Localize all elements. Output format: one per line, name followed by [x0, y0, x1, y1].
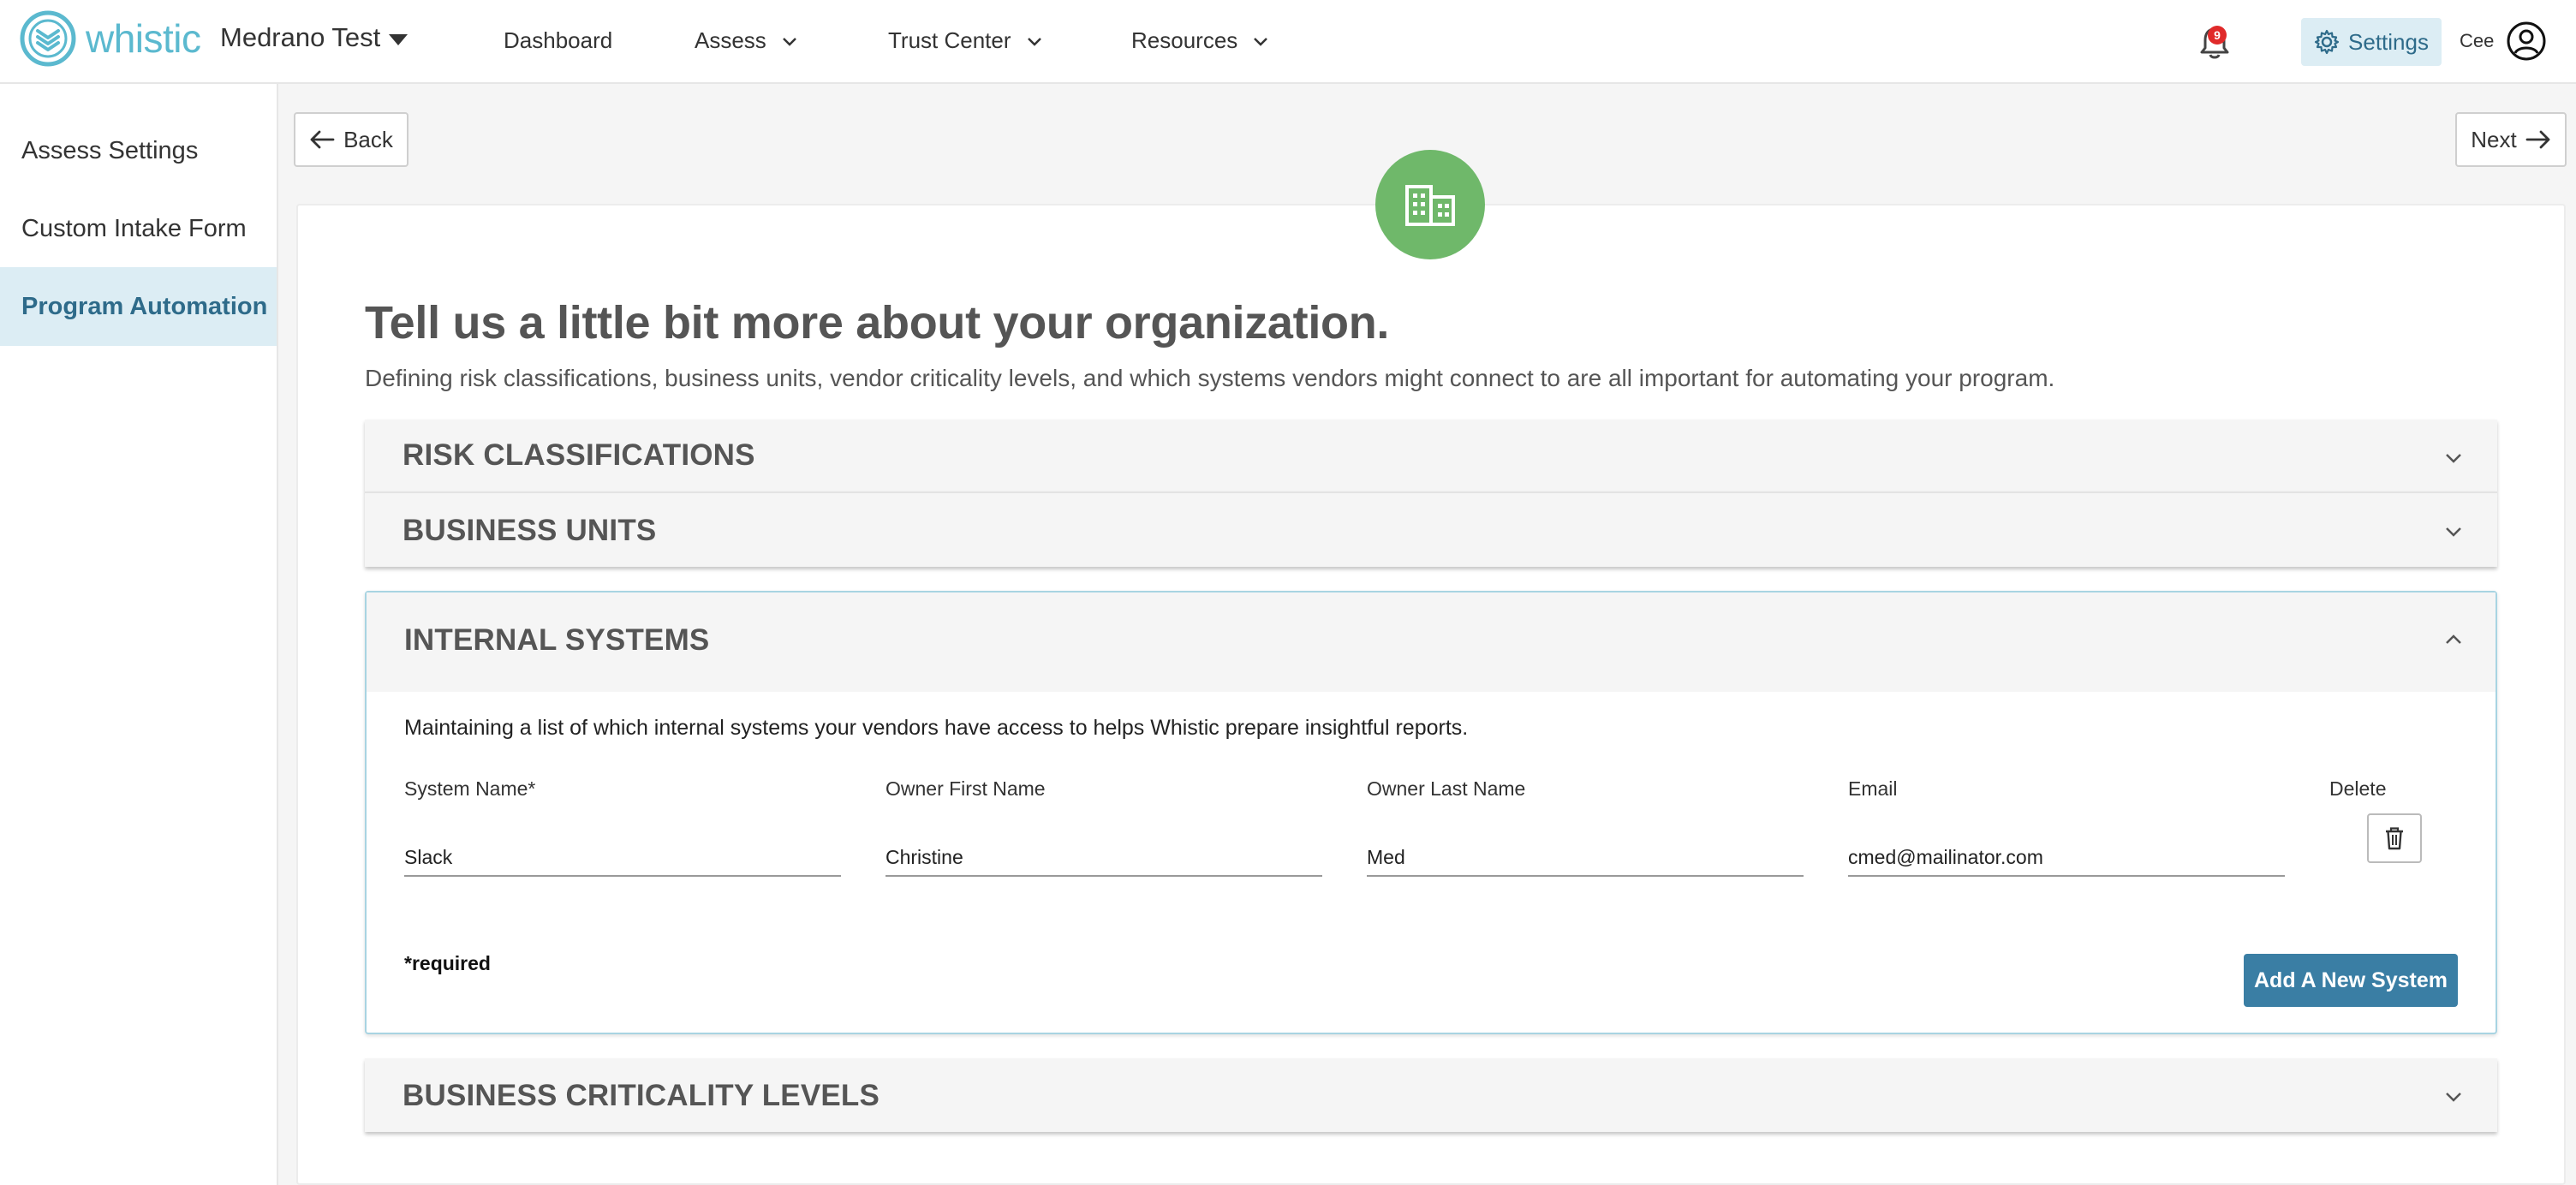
accordion-internal-systems: INTERNAL SYSTEMS Maintaining a list of w…	[365, 591, 2497, 1034]
sidebar-item-custom-intake-form[interactable]: Custom Intake Form	[0, 189, 277, 268]
delete-system-button[interactable]	[2367, 813, 2422, 863]
page-subtitle: Defining risk classifications, business …	[365, 365, 2055, 391]
nav-trust-center[interactable]: Trust Center	[888, 27, 1044, 54]
user-avatar-icon[interactable]	[2506, 21, 2547, 62]
gear-icon	[2314, 29, 2340, 55]
email-field[interactable]: cmed@mailinator.com	[1848, 843, 2285, 877]
whistic-logo[interactable]: whistic	[19, 9, 201, 68]
sidebar-item-label: Assess Settings	[21, 136, 199, 164]
required-note: *required	[404, 952, 491, 974]
column-header-email: Email	[1848, 777, 1898, 800]
org-name: Medrano Test	[220, 22, 381, 52]
nav-assess-label: Assess	[695, 27, 766, 53]
building-icon	[1405, 185, 1455, 226]
settings-button[interactable]: Settings	[2301, 18, 2442, 66]
arrow-right-icon	[2525, 130, 2550, 149]
nav-resources-label: Resources	[1131, 27, 1238, 53]
chevron-up-icon	[2446, 634, 2461, 644]
sidebar-item-label: Custom Intake Form	[21, 214, 247, 242]
top-nav: whistic Medrano Test Dashboard Assess Tr…	[0, 0, 2576, 84]
column-header-delete: Delete	[2329, 777, 2387, 800]
nav-resources[interactable]: Resources	[1131, 27, 1270, 54]
accordion-business-criticality-levels[interactable]: BUSINESS CRITICALITY LEVELS	[365, 1058, 2497, 1132]
chevron-down-icon	[2446, 527, 2461, 537]
chevron-down-icon	[2446, 1093, 2461, 1102]
system-name-field[interactable]: Slack	[404, 843, 841, 877]
arrow-left-icon	[310, 130, 335, 149]
add-new-system-button[interactable]: Add A New System	[2244, 954, 2458, 1007]
chevron-down-icon	[1254, 37, 1268, 46]
sidebar-item-program-automation[interactable]: Program Automation	[0, 267, 277, 346]
sidebar-item-assess-settings[interactable]: Assess Settings	[0, 111, 277, 190]
sidebar-item-label: Program Automation	[21, 292, 268, 320]
accordion-business-units[interactable]: BUSINESS UNITS	[365, 491, 2497, 567]
column-header-owner-last-name: Owner Last Name	[1367, 777, 1526, 800]
internal-systems-description: Maintaining a list of which internal sys…	[404, 716, 1469, 740]
accordion-risk-classifications[interactable]: RISK CLASSIFICATIONS	[365, 420, 2497, 491]
next-button[interactable]: Next	[2455, 112, 2567, 167]
org-switcher[interactable]: Medrano Test	[220, 22, 408, 53]
logo-text: whistic	[86, 16, 201, 61]
accordion-title: BUSINESS UNITS	[402, 514, 657, 547]
nav-dashboard[interactable]: Dashboard	[504, 27, 612, 54]
organization-badge	[1375, 150, 1485, 259]
column-header-owner-first-name: Owner First Name	[886, 777, 1046, 800]
next-label: Next	[2471, 126, 2517, 152]
chevron-down-icon	[782, 37, 796, 46]
back-label: Back	[343, 126, 393, 152]
chevron-down-icon	[2446, 454, 2461, 463]
whistic-logo-icon	[20, 10, 76, 67]
trash-icon	[2386, 827, 2403, 850]
owner-last-name-field[interactable]: Med	[1367, 843, 1804, 877]
accordion-header-internal-systems[interactable]: INTERNAL SYSTEMS	[367, 592, 2496, 692]
nav-trust-center-label: Trust Center	[888, 27, 1011, 53]
accordion-title: INTERNAL SYSTEMS	[404, 623, 710, 657]
chevron-down-icon	[1027, 37, 1041, 46]
page-title: Tell us a little bit more about your org…	[365, 297, 1390, 348]
accordion-title: RISK CLASSIFICATIONS	[402, 438, 755, 472]
nav-assess[interactable]: Assess	[695, 27, 799, 54]
settings-label: Settings	[2348, 28, 2429, 55]
owner-first-name-field[interactable]: Christine	[886, 843, 1322, 877]
nav-dashboard-label: Dashboard	[504, 27, 613, 53]
notification-badge: 9	[2208, 26, 2227, 45]
accordion-title: BUSINESS CRITICALITY LEVELS	[402, 1079, 880, 1112]
caret-down-icon	[389, 33, 408, 45]
column-header-system-name: System Name*	[404, 777, 536, 800]
user-name[interactable]: Cee	[2460, 30, 2494, 52]
sidebar: Assess Settings Custom Intake Form Progr…	[0, 84, 278, 1185]
back-button[interactable]: Back	[294, 112, 408, 167]
